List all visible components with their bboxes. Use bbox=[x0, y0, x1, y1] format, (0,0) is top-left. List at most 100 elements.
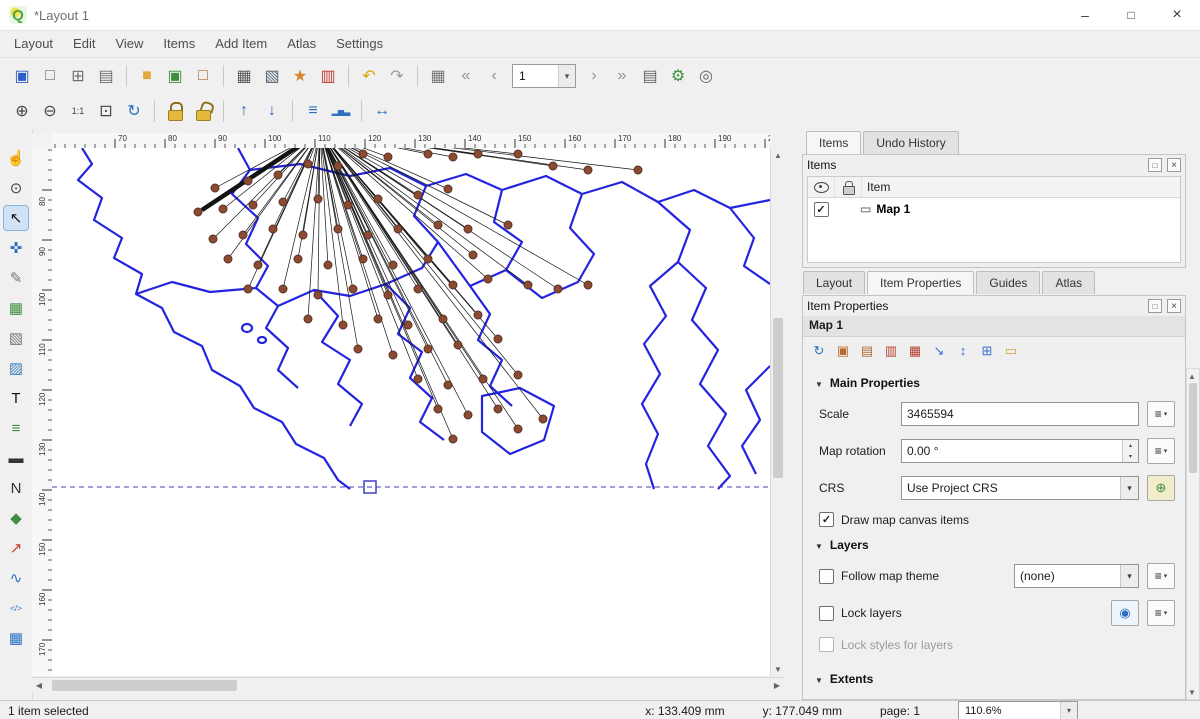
float-panel-icon[interactable] bbox=[1148, 158, 1162, 172]
scroll-down-icon[interactable] bbox=[1186, 685, 1198, 699]
lower-items-icon[interactable]: ↓ bbox=[260, 99, 284, 123]
scroll-left-icon[interactable] bbox=[32, 678, 46, 692]
close-panel-icon[interactable] bbox=[1167, 299, 1181, 313]
redo-icon[interactable]: ↷ bbox=[385, 64, 409, 88]
select-move-item-tool-icon[interactable]: ↖ bbox=[4, 206, 28, 230]
view-current-extent-icon[interactable]: ▤ bbox=[856, 340, 878, 362]
export-pdf-icon[interactable]: ▥ bbox=[316, 64, 340, 88]
menu-settings[interactable]: Settings bbox=[326, 32, 393, 55]
tab-items[interactable]: Items bbox=[806, 131, 861, 154]
data-defined-rotation-button[interactable]: ≡ bbox=[1147, 438, 1175, 464]
crs-dropdown[interactable]: Use Project CRS bbox=[901, 476, 1139, 500]
section-extents[interactable]: Extents bbox=[815, 672, 1177, 686]
section-main-properties[interactable]: Main Properties bbox=[815, 376, 1177, 390]
add-html-tool-icon[interactable]: </> bbox=[4, 596, 28, 620]
update-map-preview-icon[interactable]: ↻ bbox=[808, 340, 830, 362]
canvas-vertical-scrollbar[interactable] bbox=[770, 148, 785, 676]
edit-nodes-tool-icon[interactable]: ✎ bbox=[4, 266, 28, 290]
layout-canvas[interactable] bbox=[52, 148, 770, 676]
canvas-horizontal-scrollbar[interactable] bbox=[32, 677, 784, 693]
map-rotation-input[interactable]: 0.00 ° bbox=[901, 439, 1139, 463]
print-icon[interactable]: ▦ bbox=[232, 64, 256, 88]
add-node-item-tool-icon[interactable]: ∿ bbox=[4, 566, 28, 590]
zoom-actual-icon[interactable]: 1:1 bbox=[66, 99, 90, 123]
resize-items-icon[interactable]: ↔ bbox=[370, 99, 394, 123]
add-scalebar-tool-icon[interactable]: ▬ bbox=[4, 446, 28, 470]
add-map-tool-icon[interactable]: ▦ bbox=[4, 296, 28, 320]
menu-edit[interactable]: Edit bbox=[63, 32, 105, 55]
atlas-page-combo[interactable]: 1 bbox=[512, 64, 576, 88]
chevron-down-icon[interactable] bbox=[1120, 477, 1138, 499]
draw-map-canvas-items-checkbox[interactable] bbox=[819, 512, 834, 527]
atlas-toolbar-icon[interactable]: ▦ bbox=[426, 64, 450, 88]
close-panel-icon[interactable] bbox=[1167, 158, 1181, 172]
add-picture-tool-icon[interactable]: ▨ bbox=[4, 356, 28, 380]
menu-add-item[interactable]: Add Item bbox=[205, 32, 277, 55]
menu-atlas[interactable]: Atlas bbox=[277, 32, 326, 55]
atlas-first-icon[interactable]: « bbox=[454, 64, 478, 88]
load-template-icon[interactable]: □ bbox=[191, 64, 215, 88]
menu-items[interactable]: Items bbox=[153, 32, 205, 55]
add-shape-tool-icon[interactable]: ◆ bbox=[4, 506, 28, 530]
clipping-settings-icon[interactable]: ▭ bbox=[1000, 340, 1022, 362]
undo-icon[interactable]: ↶ bbox=[357, 64, 381, 88]
data-defined-theme-button[interactable]: ≡ bbox=[1147, 563, 1175, 589]
visibility-preset-button[interactable]: ◉ bbox=[1111, 600, 1139, 626]
refresh-view-icon[interactable]: ↻ bbox=[122, 99, 146, 123]
lock-items-icon[interactable] bbox=[163, 99, 187, 123]
layout-manager-icon[interactable]: ▤ bbox=[94, 64, 118, 88]
chevron-down-icon[interactable] bbox=[1060, 702, 1077, 719]
distribute-items-icon[interactable]: ▂▅▃ bbox=[329, 99, 353, 123]
spin-down-icon[interactable] bbox=[1123, 451, 1138, 462]
item-visibility-checkbox[interactable] bbox=[814, 202, 829, 217]
add-legend-tool-icon[interactable]: ≡ bbox=[4, 416, 28, 440]
labeling-settings-icon[interactable]: ⊞ bbox=[976, 340, 998, 362]
raise-items-icon[interactable]: ↑ bbox=[232, 99, 256, 123]
scroll-up-icon[interactable] bbox=[771, 148, 785, 162]
atlas-settings-icon[interactable]: ⚙ bbox=[666, 64, 690, 88]
tab-item-properties[interactable]: Item Properties bbox=[867, 271, 974, 294]
data-defined-scale-button[interactable]: ≡ bbox=[1147, 401, 1175, 427]
map-1-item[interactable] bbox=[52, 148, 770, 676]
export-image-icon[interactable]: ▧ bbox=[260, 64, 284, 88]
data-defined-lock-button[interactable]: ≡ bbox=[1147, 600, 1175, 626]
add-north-arrow-tool-icon[interactable]: N bbox=[4, 476, 28, 500]
tab-guides[interactable]: Guides bbox=[976, 271, 1040, 294]
maximize-button[interactable] bbox=[1108, 0, 1154, 30]
zoom-in-icon[interactable]: ⊕ bbox=[10, 99, 34, 123]
open-folder-icon[interactable]: ■ bbox=[135, 64, 159, 88]
map-theme-dropdown[interactable]: (none) bbox=[1014, 564, 1139, 588]
horizontal-ruler[interactable]: 708090100110120130140150160170180190200 bbox=[52, 133, 770, 149]
chevron-down-icon[interactable] bbox=[558, 65, 575, 87]
float-panel-icon[interactable] bbox=[1148, 299, 1162, 313]
panel-scrollbar[interactable] bbox=[1186, 368, 1200, 700]
atlas-last-icon[interactable]: » bbox=[610, 64, 634, 88]
lock-styles-checkbox[interactable] bbox=[819, 637, 834, 652]
add-attribute-table-tool-icon[interactable]: ▦ bbox=[4, 626, 28, 650]
zoom-to-map-extent-icon[interactable]: ▦ bbox=[904, 340, 926, 362]
horizontal-scroll-thumb[interactable] bbox=[52, 680, 237, 691]
print-atlas-icon[interactable]: ▤ bbox=[638, 64, 662, 88]
unlock-items-icon[interactable] bbox=[191, 99, 215, 123]
close-button[interactable] bbox=[1154, 0, 1200, 30]
set-map-scale-icon[interactable]: ▥ bbox=[880, 340, 902, 362]
move-map-content-icon[interactable]: ↕ bbox=[952, 340, 974, 362]
set-map-extent-to-match-icon[interactable]: ▣ bbox=[832, 340, 854, 362]
vertical-ruler[interactable]: 8090100110120130140150160170180 bbox=[32, 148, 53, 676]
save-as-template-icon[interactable]: ▣ bbox=[163, 64, 187, 88]
duplicate-layout-icon[interactable]: ⊞ bbox=[66, 64, 90, 88]
scroll-down-icon[interactable] bbox=[771, 662, 785, 676]
atlas-next-icon[interactable]: › bbox=[582, 64, 606, 88]
atlas-prev-icon[interactable]: ‹ bbox=[482, 64, 506, 88]
menu-layout[interactable]: Layout bbox=[4, 32, 63, 55]
select-crs-button[interactable]: ⊕ bbox=[1147, 475, 1175, 501]
spinner[interactable] bbox=[1122, 440, 1138, 462]
add-arrow-tool-icon[interactable]: ↗ bbox=[4, 536, 28, 560]
zoom-out-icon[interactable]: ⊖ bbox=[38, 99, 62, 123]
spin-up-icon[interactable] bbox=[1123, 440, 1138, 451]
align-items-icon[interactable]: ≡ bbox=[301, 99, 325, 123]
section-layers[interactable]: Layers bbox=[815, 538, 1177, 552]
table-row[interactable]: ▭ Map 1 bbox=[808, 198, 1180, 220]
vertical-scroll-thumb[interactable] bbox=[773, 318, 783, 478]
move-item-content-tool-icon[interactable]: ✜ bbox=[4, 236, 28, 260]
